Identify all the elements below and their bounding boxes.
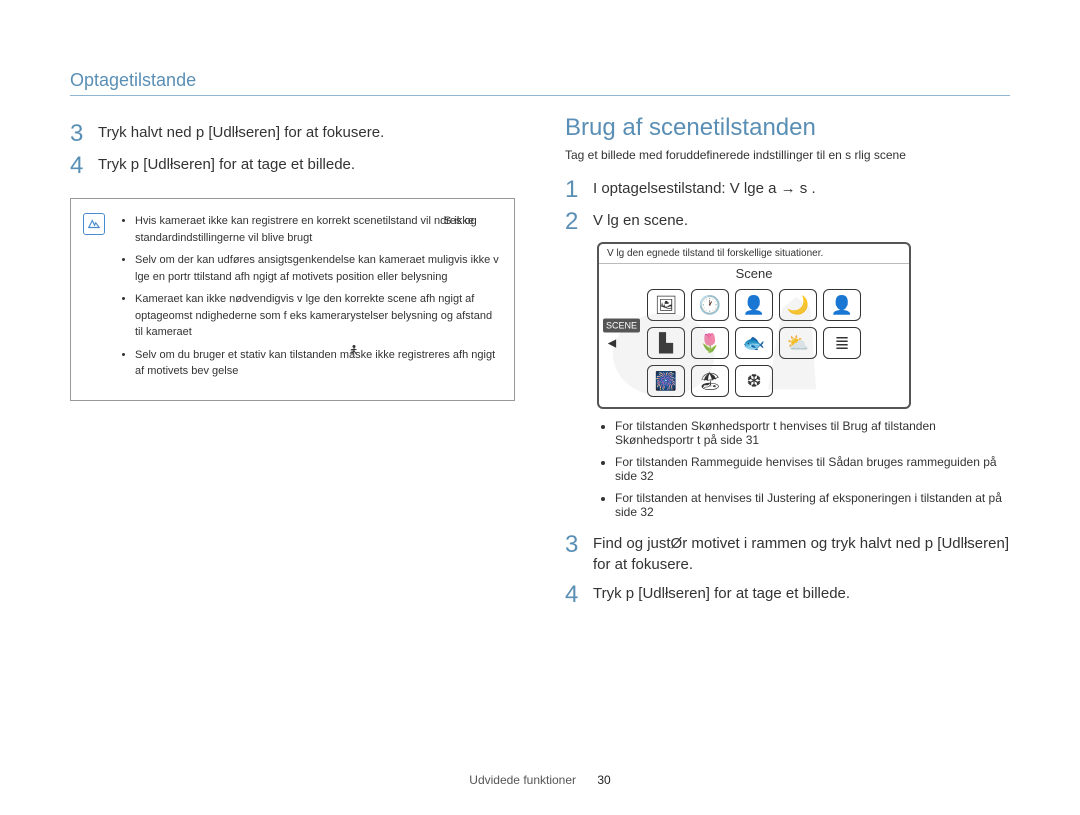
scene-icon-grid: 🖼 🕐 👤 🌙 👤 ▙ 🌷 🐟 ⛅ ≣ 🎆 🏖 ❆ [599, 285, 909, 407]
scene-icon-frameguide: 🖼 [647, 289, 685, 321]
scene-side-nav: SCENE ◄ [603, 318, 640, 349]
scene-mode-notes: For tilstanden Skønhedsportr t henvises … [565, 419, 1010, 519]
content-columns: 3 Tryk halvt ned p [Udlłseren] for at fo… [70, 114, 1010, 615]
step-number: 4 [70, 154, 84, 178]
left-step-3: 3 Tryk halvt ned p [Udlłseren] for at fo… [70, 122, 515, 146]
right-step-1: 1 I optagelsestilstand: V lge a → s . [565, 178, 1010, 202]
movie-mode-icon: SCENE [603, 318, 640, 332]
step-text: Tryk halvt ned p [Udlłseren] for at foku… [98, 122, 384, 146]
step-text: Tryk p [Udlłseren] for at tage et billed… [593, 583, 850, 607]
left-column: 3 Tryk halvt ned p [Udlłseren] for at fo… [70, 114, 515, 615]
step-text: V lg en scene. [593, 210, 688, 234]
step-number: 3 [565, 533, 579, 575]
scene-icon-sunset: ⛅ [779, 327, 817, 359]
list-item: For tilstanden at henvises til Justering… [615, 491, 1010, 519]
scene-icon-night: 🌙 [779, 289, 817, 321]
section-subtitle: Tag et billede med foruddefinerede indst… [565, 148, 1010, 162]
scene-icon-dawn: ≣ [823, 327, 861, 359]
step-number: 3 [70, 122, 84, 146]
list-item: For tilstanden Rammeguide henvises til S… [615, 455, 1010, 483]
footer-section: Udvidede funktioner [469, 773, 576, 787]
right-column: Brug af scenetilstanden Tag et billede m… [565, 114, 1010, 615]
step-text: Tryk p [Udlłseren] for at tage et billed… [98, 154, 355, 178]
page-section-header: Optagetilstande [70, 70, 1010, 96]
step-number: 4 [565, 583, 579, 607]
note-list: Hvis kameraet ikke kan registrere en kor… [121, 213, 500, 380]
scene-icon-beach-snow: ❆ [735, 365, 773, 397]
note-box: S ikke Hvis kameraet ikke kan registrere… [70, 198, 515, 401]
nav-left-icon: ◄ [605, 335, 640, 349]
page-number: 30 [597, 773, 610, 787]
scene-icon-portrait: 👤 [735, 289, 773, 321]
step-text: Find og justØr motivet i rammen og tryk … [593, 533, 1010, 575]
note-item: Selv om der kan udføres ansigtsgenkendel… [135, 252, 500, 285]
tripod-person-icon [348, 344, 360, 362]
list-item: For tilstanden Skønhedsportr t henvises … [615, 419, 1010, 447]
note-item: Selv om du bruger et stativ kan tilstand… [135, 347, 500, 380]
scene-icon-longshutter: 🕐 [691, 289, 729, 321]
scene-title-label: Scene [599, 264, 909, 285]
scene-icon-closeup: 🌷 [691, 327, 729, 359]
right-step-2: 2 V lg en scene. [565, 210, 1010, 234]
section-title: Brug af scenetilstanden [565, 114, 1010, 142]
scene-header-text: V lg den egnede tilstand til forskellige… [599, 244, 909, 264]
note-icon [83, 213, 105, 235]
scene-selector-screenshot: V lg den egnede tilstand til forskellige… [597, 242, 911, 409]
right-step-4: 4 Tryk p [Udlłseren] for at tage et bill… [565, 583, 1010, 607]
scene-icon-fireworks: 🏖 [691, 365, 729, 397]
right-step-3: 3 Find og justØr motivet i rammen og try… [565, 533, 1010, 575]
step-number: 2 [565, 210, 579, 234]
scene-icon-landscape: ▙ [647, 327, 685, 359]
scene-icon-children: 👤 [823, 289, 861, 321]
left-step-4: 4 Tryk p [Udlłseren] for at tage et bill… [70, 154, 515, 178]
scene-icon-text: 🐟 [735, 327, 773, 359]
note-s-label: S ikke [444, 213, 474, 230]
scene-icon-backlight: 🎆 [647, 365, 685, 397]
page-footer: Udvidede funktioner 30 [0, 773, 1080, 787]
step-text: I optagelsestilstand: V lge a → s . [593, 178, 816, 202]
step-number: 1 [565, 178, 579, 202]
note-item: Kameraet kan ikke nødvendigvis v lge den… [135, 291, 500, 341]
